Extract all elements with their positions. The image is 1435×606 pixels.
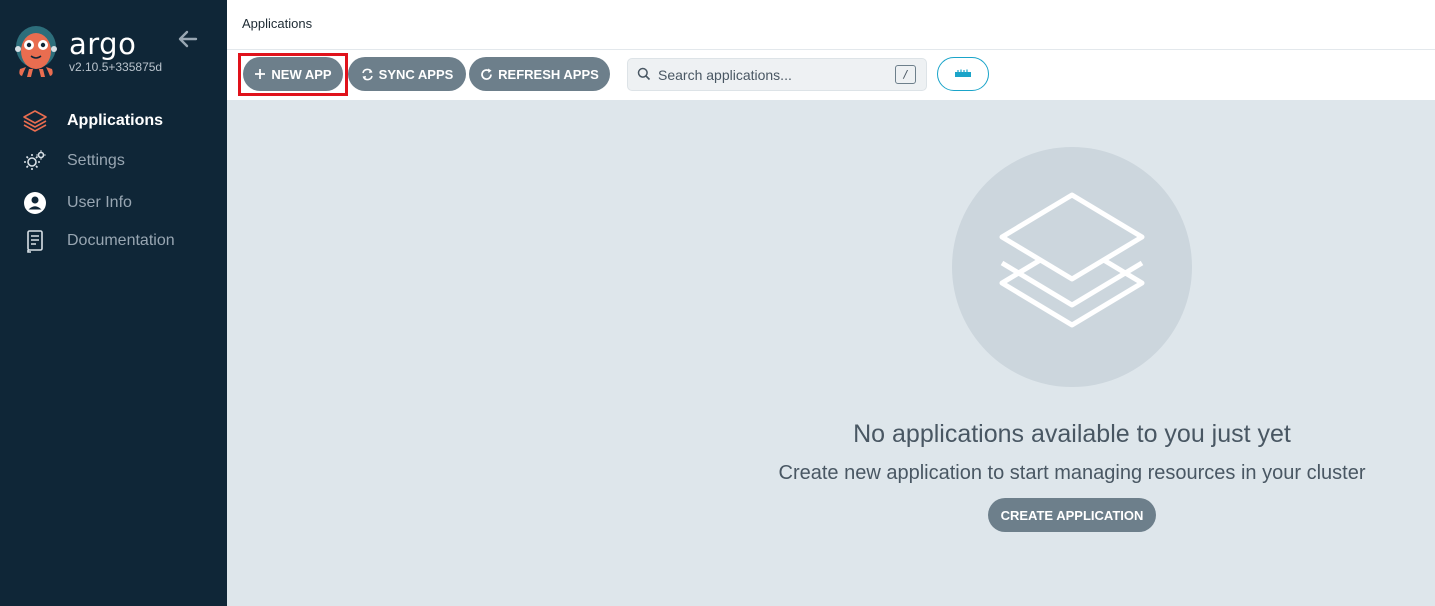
plus-icon xyxy=(255,69,266,79)
breadcrumb[interactable]: Applications xyxy=(242,16,312,31)
sync-icon xyxy=(361,68,373,80)
empty-state-title: No applications available to you just ye… xyxy=(853,420,1291,448)
sidebar-item-documentation[interactable]: Documentation xyxy=(0,224,227,258)
new-app-label: NEW APP xyxy=(271,66,332,82)
ruler-icon xyxy=(955,69,971,77)
stack-icon xyxy=(999,192,1145,328)
refresh-apps-button[interactable]: REFRESH APPS xyxy=(469,57,610,91)
sidebar: argo v2.10.5+335875d Applications Settin… xyxy=(0,0,227,606)
empty-state-illustration xyxy=(952,147,1192,387)
sync-apps-button[interactable]: SYNC APPS xyxy=(348,57,466,91)
toolbar: NEW APP SYNC APPS REFRESH APPS / xyxy=(227,50,1435,100)
create-application-button[interactable]: CREATE APPLICATION xyxy=(988,498,1156,532)
stack-icon xyxy=(22,108,48,134)
search-icon xyxy=(637,67,651,81)
search-box: / xyxy=(627,58,927,91)
refresh-apps-label: REFRESH APPS xyxy=(498,66,599,82)
version-label: v2.10.5+335875d xyxy=(69,60,163,74)
collapse-sidebar-icon[interactable] xyxy=(176,27,200,51)
sidebar-item-label: Applications xyxy=(67,112,164,129)
search-input[interactable] xyxy=(658,64,888,86)
empty-state-subtitle: Create new application to start managing… xyxy=(778,462,1366,484)
sidebar-item-user-info[interactable]: User Info xyxy=(0,186,227,220)
sidebar-item-label: Documentation xyxy=(67,232,175,249)
new-app-button[interactable]: NEW APP xyxy=(243,57,343,91)
book-icon xyxy=(22,228,48,254)
search-shortcut-key: / xyxy=(895,65,916,84)
refresh-icon xyxy=(481,68,493,80)
sidebar-item-label: Settings xyxy=(67,152,125,169)
sidebar-item-applications[interactable]: Applications xyxy=(0,104,227,138)
argo-logo xyxy=(14,23,58,77)
brand-name: argo xyxy=(69,27,137,61)
sidebar-item-label: User Info xyxy=(67,194,132,211)
sidebar-item-settings[interactable]: Settings xyxy=(0,144,227,178)
top-bar: Applications xyxy=(227,0,1435,50)
view-toggle-button[interactable] xyxy=(937,57,989,91)
gears-icon xyxy=(22,148,48,174)
sync-apps-label: SYNC APPS xyxy=(378,66,454,82)
user-circle-icon xyxy=(22,190,48,216)
